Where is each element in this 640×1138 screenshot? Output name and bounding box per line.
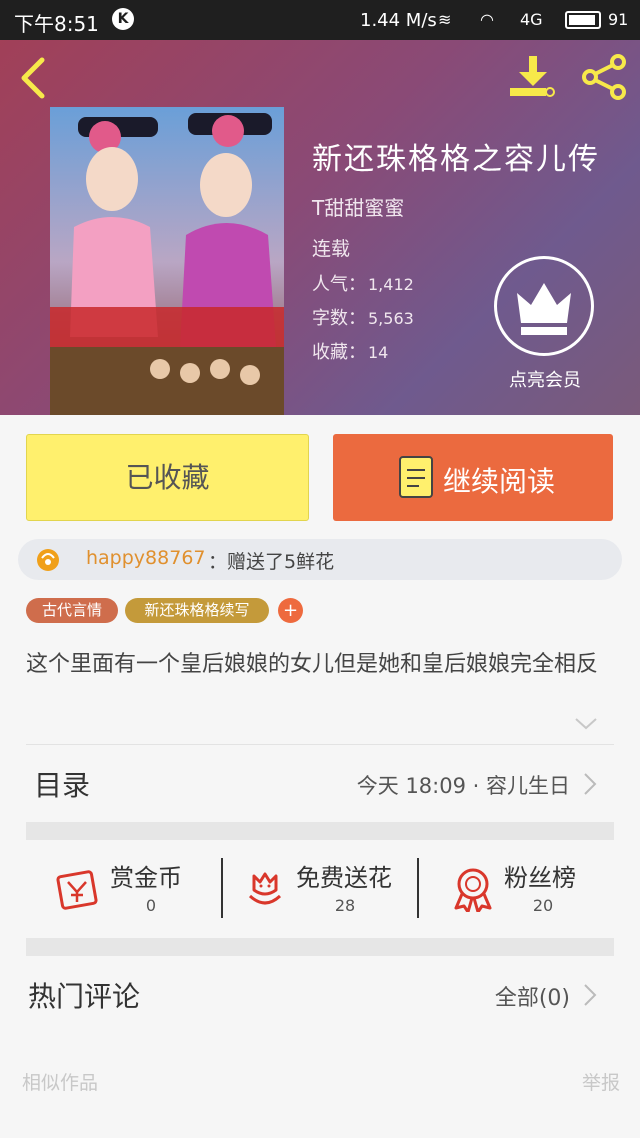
hot-comments-label: 热门评论 bbox=[28, 980, 141, 1013]
status-time: 下午8:51 bbox=[14, 12, 99, 36]
medal-icon bbox=[454, 868, 492, 912]
favorites-stat: 收藏： 14 bbox=[312, 338, 388, 364]
free-flowers-button[interactable]: 免费送花 28 bbox=[242, 858, 412, 922]
hd-voice-icon: ≋ bbox=[438, 10, 452, 29]
toc-label[interactable]: 目录 bbox=[34, 764, 90, 804]
add-tag-button[interactable]: + bbox=[278, 598, 303, 623]
section-separator bbox=[26, 938, 614, 956]
k-app-icon: K bbox=[112, 8, 134, 30]
chevron-right-icon[interactable] bbox=[582, 771, 598, 797]
reward-coins-button[interactable]: 赏金币 0 bbox=[56, 858, 206, 922]
stat-value: 5,563 bbox=[368, 309, 414, 328]
vip-button[interactable] bbox=[494, 256, 594, 356]
cover-illustration bbox=[50, 107, 284, 415]
wordcount-stat: 字数： 5,563 bbox=[312, 304, 414, 330]
similar-works-link[interactable]: 相似作品 bbox=[22, 1068, 98, 1095]
reward-coins-count: 0 bbox=[145, 896, 157, 915]
book-icon bbox=[399, 456, 433, 498]
chevron-down-icon[interactable] bbox=[572, 714, 600, 734]
download-button[interactable] bbox=[508, 54, 558, 100]
continue-reading-label: 继续阅读 bbox=[443, 465, 556, 498]
free-flowers-count: 28 bbox=[334, 896, 356, 915]
fan-ranking-count: 20 bbox=[532, 896, 554, 915]
flower-icon bbox=[37, 549, 59, 571]
collected-button[interactable]: 已收藏 bbox=[26, 434, 309, 521]
continue-reading-button[interactable]: 继续阅读 bbox=[333, 434, 613, 521]
book-title: 新还珠格格之容儿传 bbox=[312, 142, 600, 177]
crown-icon bbox=[517, 283, 571, 335]
stat-value: 14 bbox=[368, 343, 389, 362]
stat-divider bbox=[417, 858, 419, 918]
back-arrow-icon bbox=[21, 57, 45, 99]
signal-4g-icon: 4G bbox=[520, 10, 543, 29]
status-bar: 下午8:51 K 1.44 M/s ≋ ◠ 4G 91 bbox=[0, 0, 640, 40]
battery-level: 91 bbox=[608, 10, 629, 29]
fan-ranking-button[interactable]: 粉丝榜 20 bbox=[450, 858, 590, 922]
stat-divider bbox=[221, 858, 223, 918]
wifi-icon: ◠ bbox=[480, 10, 494, 29]
fan-ranking-label: 粉丝榜 bbox=[504, 864, 576, 892]
section-separator bbox=[26, 822, 614, 840]
battery-icon bbox=[565, 11, 601, 29]
stat-label: 人气： bbox=[312, 274, 366, 295]
report-link[interactable]: 举报 bbox=[582, 1068, 620, 1095]
share-button[interactable] bbox=[580, 54, 630, 100]
stat-label: 字数： bbox=[312, 308, 366, 329]
book-cover-image[interactable] bbox=[50, 107, 284, 415]
gift-user[interactable]: happy88767 bbox=[86, 547, 206, 569]
all-comments-link[interactable]: 全部(0) bbox=[495, 980, 570, 1012]
gift-message: ：赠送了5鲜花 bbox=[208, 551, 335, 573]
stat-label: 收藏： bbox=[312, 342, 366, 363]
free-flowers-label: 免费送花 bbox=[296, 864, 392, 892]
share-icon bbox=[582, 54, 626, 100]
red-envelope-icon bbox=[56, 870, 98, 910]
latest-chapter[interactable]: 今天 18:09 · 容儿生日 bbox=[357, 770, 570, 800]
tag-genre[interactable]: 古代言情 bbox=[26, 598, 118, 623]
book-synopsis: 这个里面有一个皇后娘娘的女儿但是她和皇后娘娘完全相反 bbox=[26, 652, 599, 677]
flower-icon bbox=[248, 872, 282, 905]
reward-coins-label: 赏金币 bbox=[110, 864, 182, 892]
gift-notice[interactable]: happy88767 ：赠送了5鲜花 bbox=[18, 539, 622, 580]
stat-value: 1,412 bbox=[368, 275, 414, 294]
chevron-right-icon[interactable] bbox=[582, 982, 598, 1008]
download-icon bbox=[510, 56, 555, 97]
network-speed: 1.44 M/s bbox=[360, 10, 437, 31]
vip-label[interactable]: 点亮会员 bbox=[500, 366, 590, 392]
divider bbox=[26, 744, 614, 745]
popularity-stat: 人气： 1,412 bbox=[312, 270, 414, 296]
back-button[interactable] bbox=[14, 56, 54, 100]
book-status: 连载 bbox=[312, 238, 351, 260]
book-author[interactable]: T甜甜蜜蜜 bbox=[312, 192, 404, 221]
tag-series[interactable]: 新还珠格格续写 bbox=[125, 598, 269, 623]
book-header: 新还珠格格之容儿传 T甜甜蜜蜜 连载 人气： 1,412 字数： 5,563 收藏：… bbox=[0, 40, 640, 415]
